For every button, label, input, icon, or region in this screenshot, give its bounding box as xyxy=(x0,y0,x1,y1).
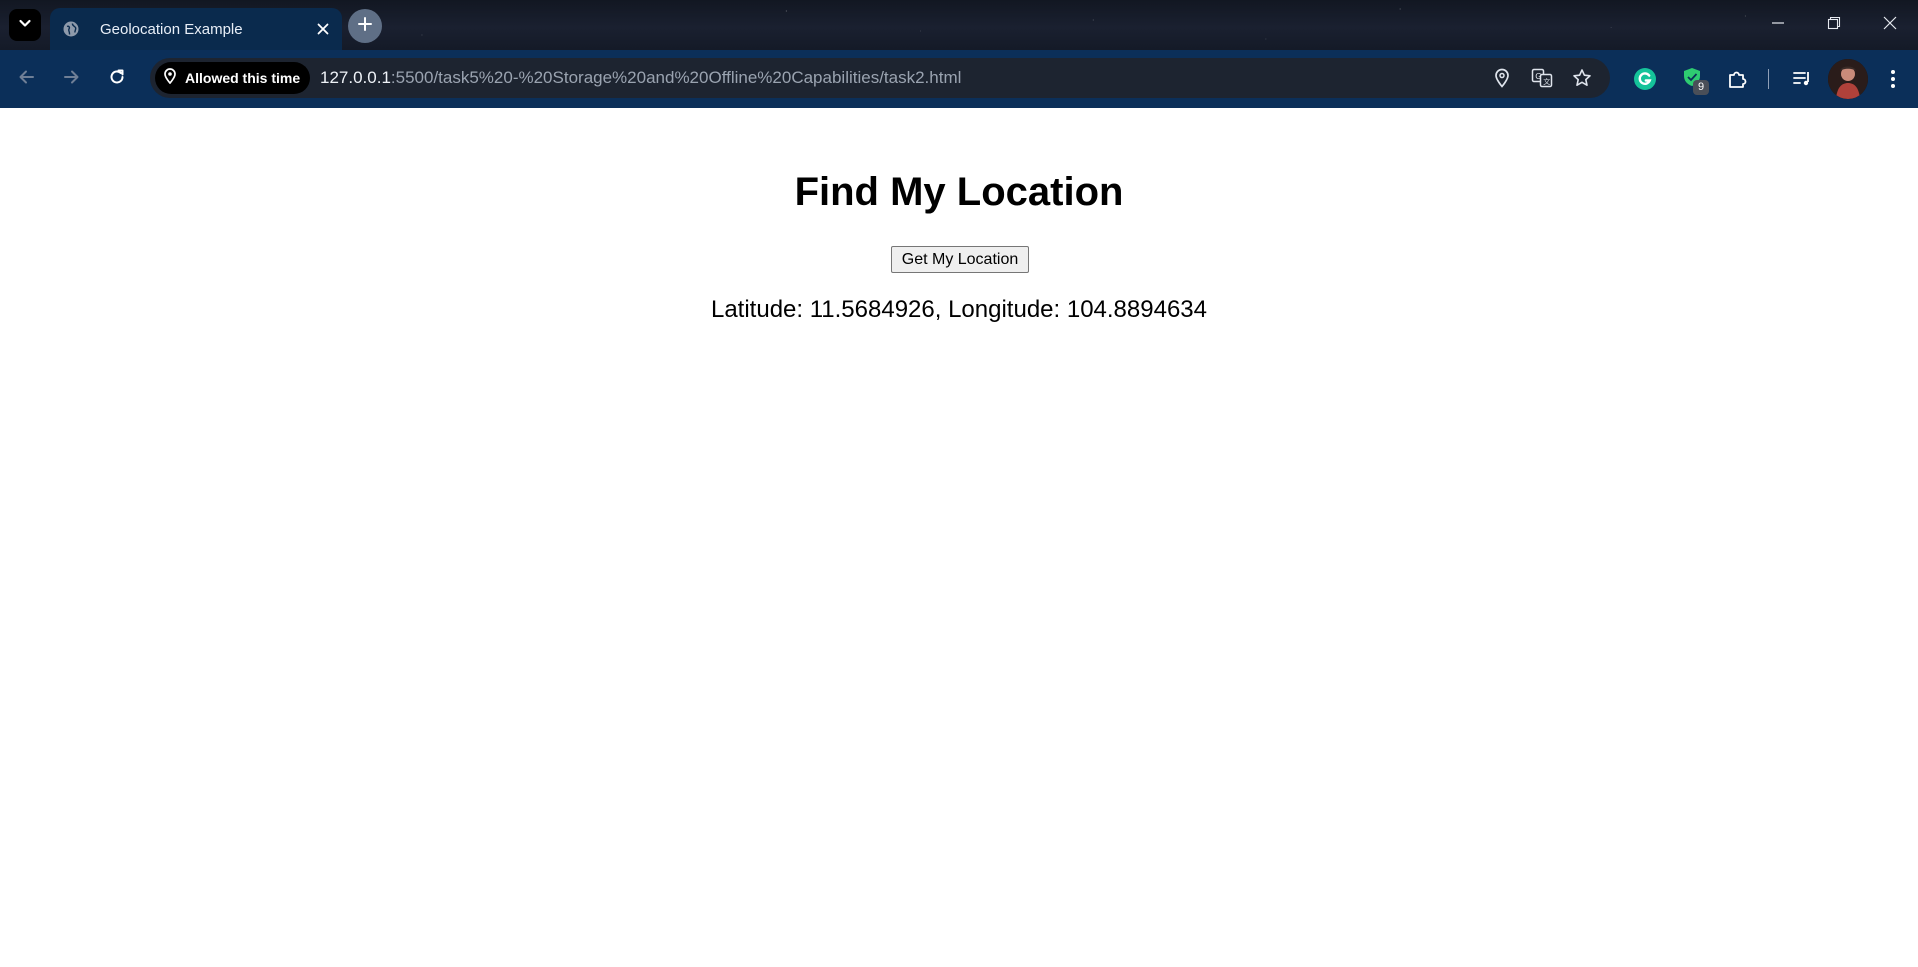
translate-icon[interactable]: G文 xyxy=(1530,66,1554,90)
arrow-left-icon xyxy=(17,67,37,92)
star-icon[interactable] xyxy=(1570,66,1594,90)
shield-extension-button[interactable]: 9 xyxy=(1677,64,1709,95)
kebab-menu-icon[interactable] xyxy=(1878,64,1908,94)
plus-icon xyxy=(357,16,373,37)
tab-title: Geolocation Example xyxy=(100,20,243,38)
extension-badge: 9 xyxy=(1693,80,1709,95)
location-pin-icon xyxy=(163,67,177,89)
grammarly-icon[interactable] xyxy=(1630,64,1660,94)
puzzle-icon[interactable] xyxy=(1722,64,1752,94)
chevron-down-icon xyxy=(17,15,33,36)
svg-text:G: G xyxy=(1535,72,1541,81)
new-tab-button[interactable] xyxy=(348,9,382,43)
back-button[interactable] xyxy=(12,64,42,94)
close-icon[interactable] xyxy=(314,20,332,38)
reload-button[interactable] xyxy=(102,64,132,94)
media-queue-icon[interactable] xyxy=(1787,64,1817,94)
browser-toolbar: Allowed this time 127.0.0.1:5500/task5%2… xyxy=(0,50,1918,108)
url-path: :5500/task5%20-%20Storage%20and%20Offlin… xyxy=(390,68,962,87)
location-permission-chip[interactable]: Allowed this time xyxy=(155,62,311,94)
url-text[interactable]: 127.0.0.1:5500/task5%20-%20Storage%20and… xyxy=(320,58,961,98)
restore-button[interactable] xyxy=(1806,0,1862,50)
restore-icon xyxy=(1827,16,1841,35)
address-bar[interactable]: Allowed this time 127.0.0.1:5500/task5%2… xyxy=(150,58,1610,98)
toolbar-divider xyxy=(1768,69,1769,89)
svg-text:文: 文 xyxy=(1543,77,1550,86)
url-host: 127.0.0.1 xyxy=(320,68,391,87)
tab-geolocation[interactable]: Geolocation Example xyxy=(50,8,342,50)
page-content: Find My Location Get My Location Latitud… xyxy=(0,108,1918,967)
close-icon xyxy=(1883,16,1897,35)
get-location-button[interactable]: Get My Location xyxy=(891,246,1029,273)
window-controls xyxy=(1750,0,1918,50)
globe-icon xyxy=(62,20,80,38)
minimize-icon xyxy=(1771,16,1785,35)
permission-chip-label: Allowed this time xyxy=(185,70,301,86)
location-result: Latitude: 11.5684926, Longitude: 104.889… xyxy=(710,296,1207,323)
page-title: Find My Location xyxy=(794,170,1124,214)
minimize-button[interactable] xyxy=(1750,0,1806,50)
avatar[interactable] xyxy=(1828,59,1868,99)
tab-strip: Geolocation Example xyxy=(0,0,1918,50)
close-window-button[interactable] xyxy=(1862,0,1918,50)
arrow-right-icon xyxy=(61,67,81,92)
tab-search-button[interactable] xyxy=(9,9,41,41)
forward-button[interactable] xyxy=(56,64,86,94)
reload-icon xyxy=(107,67,127,92)
location-pin-icon[interactable] xyxy=(1490,66,1514,90)
